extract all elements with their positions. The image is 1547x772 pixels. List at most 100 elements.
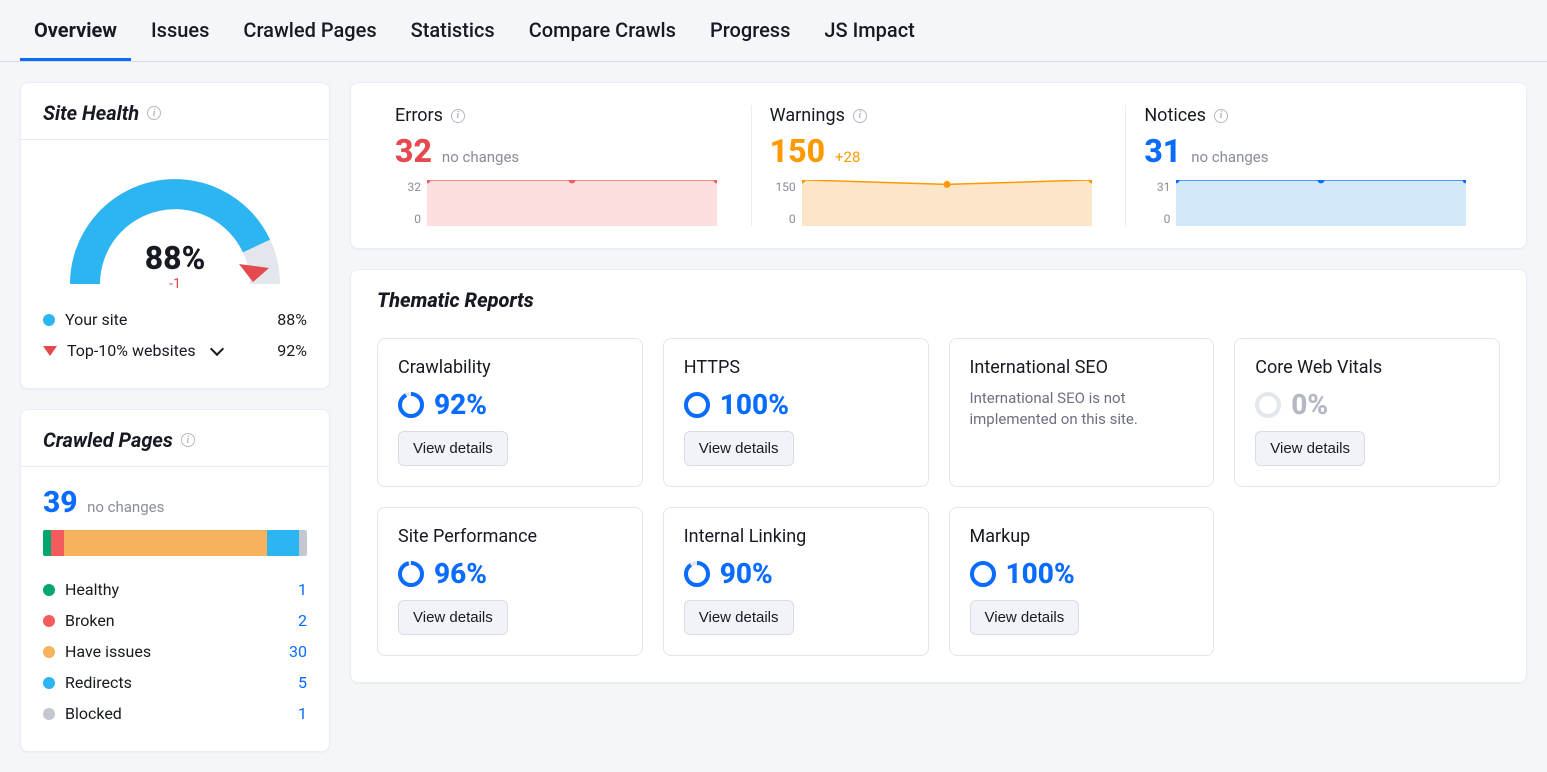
view-details-button[interactable]: View details: [1255, 431, 1365, 466]
info-icon[interactable]: i: [147, 106, 161, 120]
tile-title: Crawlability: [398, 357, 622, 378]
crawled-pages-card: Crawled Pages i 39 no changes Healthy 1 Br…: [20, 409, 330, 752]
dot-icon: [43, 584, 55, 596]
sparkline: [802, 180, 1092, 226]
segment-redirects[interactable]: [267, 530, 299, 556]
view-details-button[interactable]: View details: [684, 431, 794, 466]
tile-value: 0%: [1291, 388, 1328, 421]
site-health-gauge: 88% -1: [43, 158, 307, 304]
issue-col-warnings[interactable]: Warnings i 150 +28 150 0: [752, 105, 1127, 226]
crawled-row-value: 1: [298, 704, 307, 723]
tab-issues[interactable]: Issues: [137, 0, 223, 61]
issues-summary-card: Errorsi32no changes320Warningsi150+28150…: [350, 82, 1527, 249]
crawled-total: 39: [43, 485, 78, 520]
crawled-row-redirects[interactable]: Redirects 5: [43, 667, 307, 698]
tab-crawled-pages[interactable]: Crawled Pages: [229, 0, 390, 61]
tile-value: 100%: [720, 388, 789, 421]
info-icon[interactable]: i: [451, 109, 465, 123]
tile-value: 92%: [434, 388, 487, 421]
crawled-row-blocked[interactable]: Blocked 1: [43, 698, 307, 729]
issue-value: 150: [770, 132, 825, 170]
thematic-reports-card: Thematic Reports Crawlability 92% View det…: [350, 269, 1527, 683]
sparkline: [1176, 180, 1466, 226]
legend-value: 88%: [277, 310, 307, 329]
tab-progress[interactable]: Progress: [696, 0, 804, 61]
legend-top10[interactable]: Top-10% websites 92%: [43, 335, 307, 366]
tile-markup: Markup 100% View details: [949, 507, 1215, 656]
site-health-title: Site Health: [43, 101, 139, 125]
issue-title: Warnings: [770, 105, 845, 126]
tile-title: HTTPS: [684, 357, 908, 378]
tab-js-impact[interactable]: JS Impact: [810, 0, 928, 61]
tab-statistics[interactable]: Statistics: [397, 0, 509, 61]
issue-note: +28: [835, 148, 860, 166]
crawled-note: no changes: [87, 498, 164, 516]
segment-healthy[interactable]: [43, 530, 51, 556]
tile-crawlability: Crawlability 92% View details: [377, 338, 643, 487]
view-details-button[interactable]: View details: [970, 600, 1080, 635]
dot-icon: [43, 615, 55, 627]
tile-title: International SEO: [970, 357, 1194, 378]
tile-title: Site Performance: [398, 526, 622, 547]
issue-value: 32: [395, 132, 432, 170]
tile-site-performance: Site Performance 96% View details: [377, 507, 643, 656]
axis-top: 32: [408, 180, 422, 194]
gauge-value: 88%: [145, 239, 206, 277]
crawled-row-label: Broken: [65, 611, 115, 630]
sparkline: [427, 180, 717, 226]
dot-icon: [43, 646, 55, 658]
progress-ring-icon: [684, 392, 710, 418]
crawled-row-have-issues[interactable]: Have issues 30: [43, 636, 307, 667]
view-details-button[interactable]: View details: [398, 600, 508, 635]
issue-note: no changes: [442, 148, 519, 166]
progress-ring-icon: [398, 392, 424, 418]
crawled-row-value: 1: [298, 580, 307, 599]
info-icon[interactable]: i: [1214, 109, 1228, 123]
progress-ring-icon: [970, 561, 996, 587]
crawled-row-value: 2: [298, 611, 307, 630]
tab-compare-crawls[interactable]: Compare Crawls: [515, 0, 690, 61]
chevron-down-icon: [210, 342, 224, 356]
legend-value: 92%: [277, 341, 307, 360]
crawled-row-healthy[interactable]: Healthy 1: [43, 574, 307, 605]
crawled-stack-bar: [43, 530, 307, 556]
view-details-button[interactable]: View details: [684, 600, 794, 635]
site-health-card: Site Health i 88% -1 Your site: [20, 82, 330, 389]
crawled-pages-title: Crawled Pages: [43, 428, 173, 452]
info-icon[interactable]: i: [181, 433, 195, 447]
crawled-row-label: Blocked: [65, 704, 122, 723]
main-tabs: OverviewIssuesCrawled PagesStatisticsCom…: [0, 0, 1547, 62]
gauge-delta: -1: [169, 276, 181, 292]
progress-ring-icon: [398, 561, 424, 587]
crawled-row-label: Healthy: [65, 580, 119, 599]
tile-title: Core Web Vitals: [1255, 357, 1479, 378]
axis-top: 150: [775, 180, 795, 194]
axis-bot: 0: [1164, 212, 1171, 226]
progress-ring-icon: [1255, 392, 1281, 418]
crawled-row-value: 5: [298, 673, 307, 692]
legend-your-site: Your site 88%: [43, 304, 307, 335]
view-details-button[interactable]: View details: [398, 431, 508, 466]
crawled-row-label: Have issues: [65, 642, 151, 661]
segment-blocked[interactable]: [299, 530, 307, 556]
tab-overview[interactable]: Overview: [20, 0, 131, 61]
info-icon[interactable]: i: [853, 109, 867, 123]
tile-internal-linking: Internal Linking90%View details: [663, 507, 929, 656]
axis-bot: 0: [789, 212, 796, 226]
dot-icon: [43, 708, 55, 720]
issue-col-notices[interactable]: Noticesi31no changes310: [1126, 105, 1500, 226]
tile-https: HTTPS 100% View details: [663, 338, 929, 487]
crawled-row-label: Redirects: [65, 673, 132, 692]
tile-title: Markup: [970, 526, 1194, 547]
issue-col-errors[interactable]: Errorsi32no changes320: [377, 105, 752, 226]
tile-core-web-vitals: Core Web Vitals 0% View details: [1234, 338, 1500, 487]
crawled-row-value: 30: [289, 642, 307, 661]
segment-have-issues[interactable]: [64, 530, 267, 556]
tile-title: Internal Linking: [684, 526, 908, 547]
tile-value: 100%: [1006, 557, 1075, 590]
tile-value: 96%: [434, 557, 487, 590]
segment-broken[interactable]: [51, 530, 64, 556]
thematic-title: Thematic Reports: [351, 270, 1526, 318]
crawled-row-broken[interactable]: Broken 2: [43, 605, 307, 636]
issue-note: no changes: [1191, 148, 1268, 166]
